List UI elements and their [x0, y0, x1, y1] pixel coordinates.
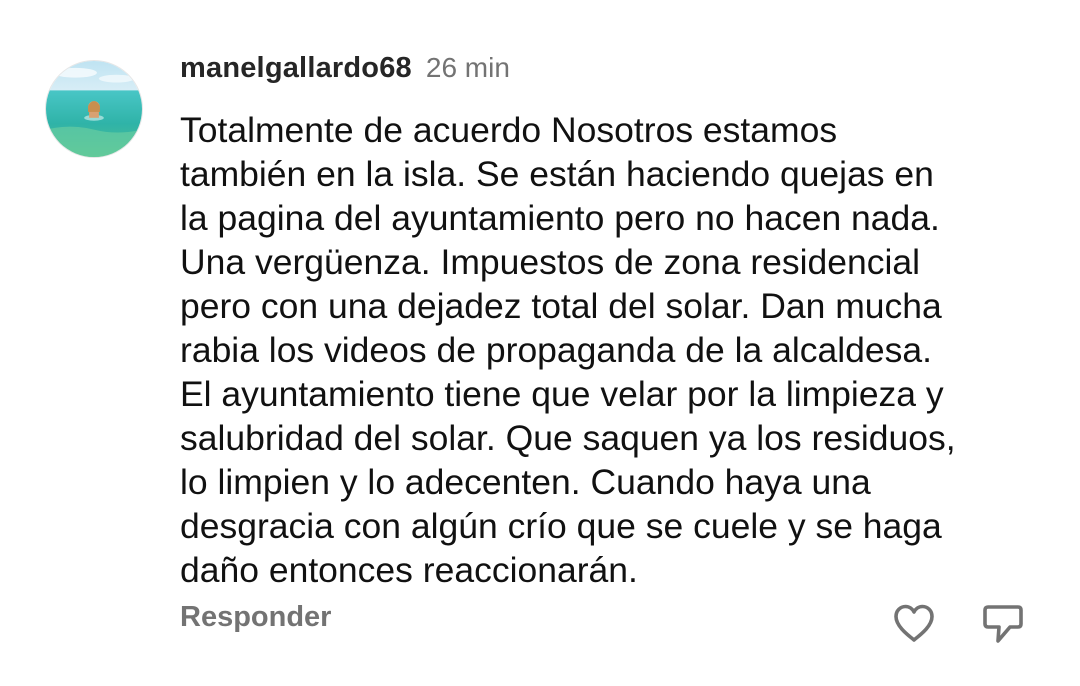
comment-line: rabia los videos de propaganda de la alc… [180, 330, 932, 370]
share-button[interactable] [978, 600, 1026, 648]
comment-line: Una vergüenza. Impuestos de zona residen… [180, 242, 921, 282]
comment-line: El ayuntamiento tiene que velar por la l… [180, 374, 944, 414]
share-icon [983, 605, 1023, 643]
reply-button[interactable]: Responder [180, 601, 331, 634]
comment: manelgallardo68 26 min Totalmente de acu… [0, 0, 1080, 686]
comment-line: desgracia con algún crío que se cuele y … [180, 506, 942, 546]
comment-text: Totalmente de acuerdo Nosotros estamos t… [180, 108, 1060, 592]
comment-header: manelgallardo68 26 min [180, 52, 510, 92]
comment-line: pero con una dejadez total del solar. Da… [180, 286, 942, 326]
like-button[interactable] [890, 600, 938, 648]
heart-icon [894, 604, 934, 642]
comment-line: salubridad del solar. Que saquen ya los … [180, 418, 956, 458]
comment-line: Totalmente de acuerdo Nosotros estamos [180, 110, 838, 150]
avatar-image [46, 61, 142, 157]
username[interactable]: manelgallardo68 [180, 52, 412, 85]
avatar[interactable] [45, 60, 143, 158]
comment-line: daño entonces reaccionarán. [180, 550, 638, 590]
timestamp: 26 min [425, 52, 510, 83]
comment-line: la pagina del ayuntamiento pero no hacen… [180, 198, 940, 238]
comment-line: también en la isla. Se están haciendo qu… [180, 154, 934, 194]
comment-line: lo limpien y lo adecenten. Cuando haya u… [180, 462, 871, 502]
